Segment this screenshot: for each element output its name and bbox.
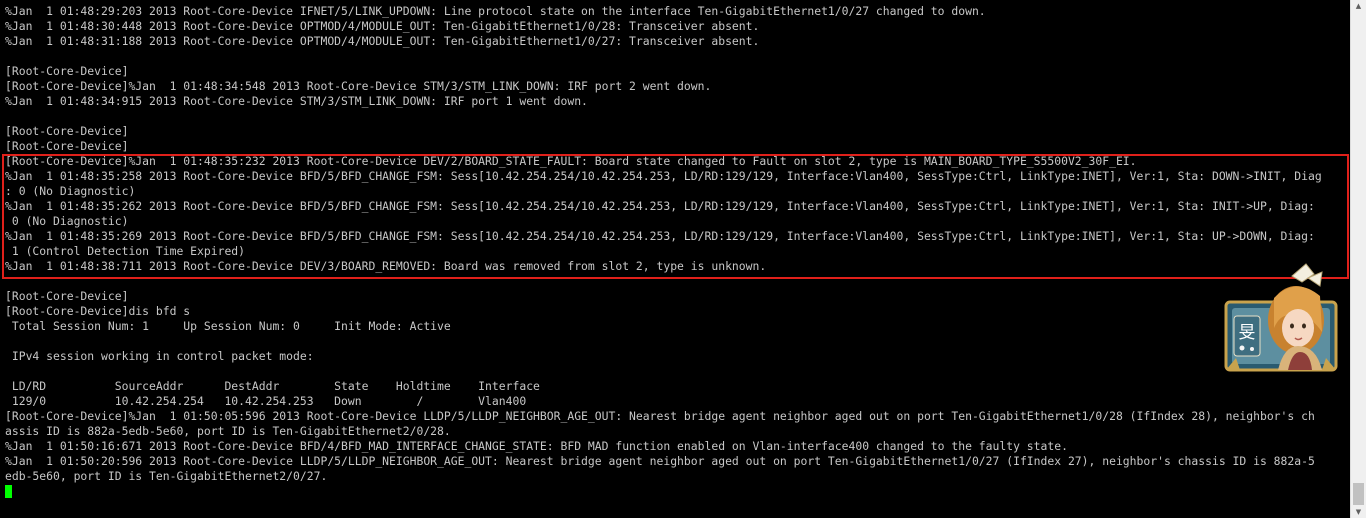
log-line: : 0 (No Diagnostic) [5, 184, 136, 198]
log-line: %Jan 1 01:50:20:596 2013 Root-Core-Devic… [5, 454, 1315, 468]
log-line: %Jan 1 01:48:38:711 2013 Root-Core-Devic… [5, 259, 767, 273]
log-line: [Root-Core-Device]%Jan 1 01:50:05:596 20… [5, 409, 1315, 423]
vertical-scrollbar[interactable]: ▲ ▼ [1350, 0, 1366, 518]
log-line: %Jan 1 01:48:29:203 2013 Root-Core-Devic… [5, 4, 986, 18]
anime-avatar-icon[interactable]: 旻 [1222, 262, 1344, 374]
table-header: LD/RD SourceAddr DestAddr State Holdtime… [5, 379, 540, 393]
output-line: Total Session Num: 1 Up Session Num: 0 I… [5, 319, 451, 333]
log-line: [Root-Core-Device]%Jan 1 01:48:34:548 20… [5, 79, 712, 93]
log-line: edb-5e60, port ID is Ten-GigabitEthernet… [5, 469, 328, 483]
log-line: %Jan 1 01:48:35:269 2013 Root-Core-Devic… [5, 229, 1315, 243]
avatar-graphic: 旻 [1224, 263, 1338, 372]
prompt-line: [Root-Core-Device] [5, 139, 129, 153]
avatar-glyph: 旻 [1239, 323, 1256, 343]
table-row: 129/0 10.42.254.254 10.42.254.253 Down /… [5, 394, 527, 408]
log-line: %Jan 1 01:48:30:448 2013 Root-Core-Devic… [5, 19, 760, 33]
log-line: 1 (Control Detection Time Expired) [5, 244, 246, 258]
command-line: [Root-Core-Device]dis bfd s [5, 304, 191, 318]
text-cursor [5, 485, 12, 498]
prompt-line: [Root-Core-Device] [5, 289, 129, 303]
log-line: %Jan 1 01:48:34:915 2013 Root-Core-Devic… [5, 94, 588, 108]
log-line: %Jan 1 01:48:35:258 2013 Root-Core-Devic… [5, 169, 1322, 183]
scroll-down-icon[interactable]: ▼ [1351, 506, 1366, 518]
log-line: assis ID is 882a-5edb-5e60, port ID is T… [5, 424, 451, 438]
terminal-output[interactable]: %Jan 1 01:48:29:203 2013 Root-Core-Devic… [0, 0, 1350, 518]
log-line: [Root-Core-Device]%Jan 1 01:48:35:232 20… [5, 154, 1137, 168]
output-line: IPv4 session working in control packet m… [5, 349, 314, 363]
log-line: 0 (No Diagnostic) [5, 214, 129, 228]
log-line: %Jan 1 01:48:35:262 2013 Root-Core-Devic… [5, 199, 1315, 213]
prompt-line: [Root-Core-Device] [5, 64, 129, 78]
prompt-line: [Root-Core-Device] [5, 124, 129, 138]
scroll-up-icon[interactable]: ▲ [1351, 0, 1366, 12]
scrollbar-thumb[interactable] [1353, 483, 1364, 505]
log-line: %Jan 1 01:48:31:188 2013 Root-Core-Devic… [5, 34, 760, 48]
log-line: %Jan 1 01:50:16:671 2013 Root-Core-Devic… [5, 439, 1068, 453]
